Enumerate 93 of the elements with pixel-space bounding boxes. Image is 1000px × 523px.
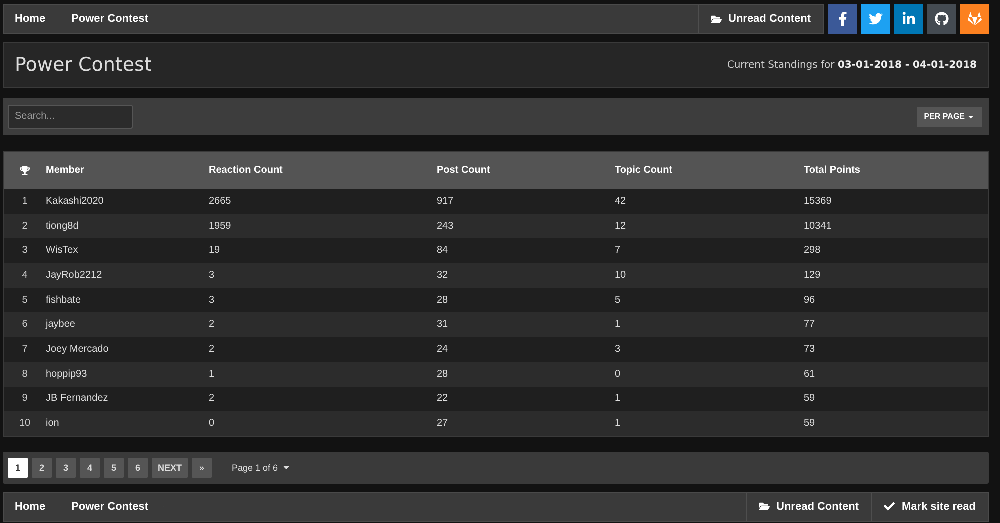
table-cell: 1 [615, 393, 621, 404]
folder-icon [710, 14, 722, 24]
fox-icon [968, 12, 982, 26]
table-cell: 298 [804, 245, 821, 256]
table-cell: 42 [615, 196, 626, 207]
page-button[interactable]: 4 [80, 458, 100, 478]
table-cell: 31 [437, 319, 448, 330]
table-cell: 1 [22, 196, 28, 207]
table-cell: 917 [437, 196, 454, 207]
member-name[interactable]: Joey Mercado [46, 344, 109, 355]
member-name[interactable]: Kakashi2020 [46, 196, 104, 207]
search-field[interactable]: Search... [8, 104, 133, 128]
page-jump-button[interactable]: Page 1 of 6 [226, 462, 298, 474]
table-cell: 22 [437, 393, 448, 404]
table-cell: 3 [209, 294, 215, 306]
table-cell: 129 [804, 270, 821, 281]
table-cell: 19 [209, 245, 220, 256]
last-page-button[interactable]: » [192, 458, 212, 478]
table-cell: 59 [804, 393, 816, 404]
check-icon [884, 501, 896, 512]
breadcrumb-link[interactable]: Power Contest [60, 5, 164, 33]
page-button[interactable]: 6 [128, 458, 148, 478]
table-cell: 1 [209, 368, 215, 380]
linkedin-icon [902, 12, 916, 26]
standings-text: Current Standings for 03-01-2018 - 04-01-2018 [727, 60, 977, 70]
table-cell: 2665 [209, 196, 232, 207]
table-cell: 3 [615, 344, 621, 355]
table-cell: 10341 [804, 220, 832, 232]
column-header[interactable]: Post Count [437, 165, 615, 176]
table-cell: 9 [22, 393, 28, 404]
table-cell: 27 [437, 418, 448, 430]
table-cell: 5 [615, 294, 621, 306]
member-name[interactable]: hoppip93 [46, 368, 88, 380]
table-cell: 28 [437, 294, 448, 306]
table-cell: 6 [22, 319, 28, 330]
member-name[interactable]: JayRob2212 [46, 270, 102, 281]
page-button[interactable]: 3 [56, 458, 76, 478]
column-header[interactable]: Total Points [804, 165, 988, 176]
table-cell: 61 [804, 368, 816, 380]
table-cell: 84 [437, 245, 448, 256]
table-cell: 4 [22, 270, 28, 281]
member-name[interactable]: JB Fernandez [46, 393, 108, 404]
column-header[interactable]: Reaction Count [209, 165, 437, 176]
table-cell: 1959 [209, 220, 232, 232]
member-name[interactable]: tiong8d [46, 220, 79, 232]
social-button[interactable] [927, 4, 956, 34]
trophy-icon [20, 166, 30, 176]
member-name[interactable]: fishbate [46, 294, 82, 306]
table-cell: 243 [437, 220, 454, 232]
table-cell: 0 [615, 368, 621, 380]
table-cell: 77 [804, 319, 816, 330]
table-cell: 2 [209, 344, 215, 355]
table-cell: 96 [804, 294, 816, 306]
member-name[interactable]: WisTex [46, 245, 78, 256]
page-button[interactable]: 1 [8, 458, 28, 478]
breadcrumb-link[interactable]: Power Contest [60, 492, 164, 521]
page-button[interactable]: 2 [32, 458, 52, 478]
table-cell: 10 [19, 418, 31, 430]
table-cell: 59 [804, 418, 816, 430]
table-cell: 1 [615, 418, 621, 430]
column-header[interactable]: Member [46, 165, 209, 176]
table-cell: 10 [615, 270, 626, 281]
table-cell: 7 [22, 344, 28, 355]
table-cell: 2 [209, 319, 215, 330]
table-cell: 3 [22, 245, 28, 256]
social-button[interactable] [828, 4, 857, 34]
table-cell: 12 [615, 220, 626, 232]
social-button[interactable] [894, 4, 923, 34]
table-cell: 8 [22, 368, 28, 380]
table-cell: 2 [209, 393, 215, 404]
table-cell: 0 [209, 418, 215, 430]
table-cell: 3 [209, 270, 215, 281]
github-icon [934, 12, 948, 26]
page-title: Power Contest [15, 54, 152, 76]
column-header[interactable]: Topic Count [615, 165, 804, 176]
table-cell: 1 [615, 319, 621, 330]
breadcrumb-link[interactable]: Home [4, 5, 61, 33]
table-cell: 15369 [804, 196, 832, 207]
per-page-button[interactable]: PER PAGE [917, 106, 982, 126]
table-cell: 7 [615, 245, 621, 256]
table-cell: 32 [437, 270, 448, 281]
table-cell: 2 [22, 220, 28, 232]
member-name[interactable]: ion [46, 418, 60, 430]
page-button[interactable]: 5 [104, 458, 124, 478]
table-cell: 24 [437, 344, 448, 355]
breadcrumb-link[interactable]: Home [4, 492, 61, 521]
table-cell: 5 [22, 294, 28, 306]
member-name[interactable]: jaybee [46, 319, 76, 330]
folder-icon [758, 501, 770, 512]
next-button[interactable]: NEXT [152, 458, 188, 478]
table-cell: 28 [437, 368, 448, 380]
bird-icon [868, 12, 882, 26]
table-cell: 73 [804, 344, 816, 355]
